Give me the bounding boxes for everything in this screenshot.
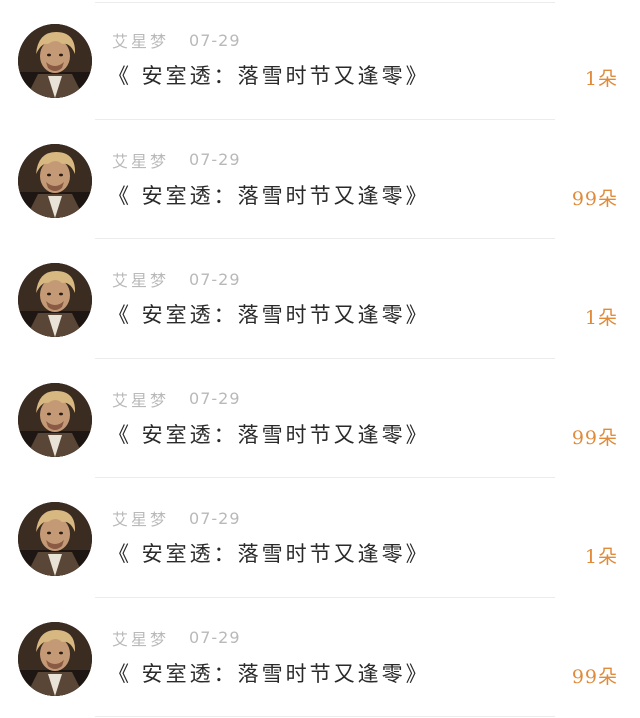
gift-date: 07-29 (189, 30, 241, 50)
avatar-icon[interactable] (18, 382, 92, 457)
user-name[interactable]: 艾星梦 (112, 267, 169, 291)
work-title[interactable]: 《 安室透：落雪时节又逢零》 (108, 180, 430, 210)
list-item[interactable]: 艾星梦 07-29 《 安室透：落雪时节又逢零》 99朵 (0, 598, 640, 717)
flower-count: 1朵 (584, 307, 618, 329)
list-item[interactable]: 艾星梦 07-29 《 安室透：落雪时节又逢零》 99朵 (0, 359, 640, 478)
row-divider (95, 716, 555, 717)
flower-count: 1朵 (584, 68, 618, 90)
user-name[interactable]: 艾星梦 (112, 506, 169, 530)
list-item[interactable]: 艾星梦 07-29 《 安室透：落雪时节又逢零》 1朵 (0, 239, 640, 359)
user-name[interactable]: 艾星梦 (112, 387, 169, 411)
work-title[interactable]: 《 安室透：落雪时节又逢零》 (108, 538, 430, 568)
avatar-icon[interactable] (18, 621, 92, 696)
work-title[interactable]: 《 安室透：落雪时节又逢零》 (108, 299, 430, 329)
work-title[interactable]: 《 安室透：落雪时节又逢零》 (108, 658, 430, 688)
flower-count: 99朵 (571, 665, 618, 688)
user-name[interactable]: 艾星梦 (112, 148, 169, 172)
work-title[interactable]: 《 安室透：落雪时节又逢零》 (108, 60, 430, 90)
gift-date: 07-29 (189, 508, 241, 528)
user-name[interactable]: 艾星梦 (112, 626, 169, 650)
flower-count: 1朵 (584, 546, 618, 568)
gift-date: 07-29 (189, 389, 241, 408)
avatar-icon[interactable] (18, 143, 92, 218)
gift-date: 07-29 (189, 269, 241, 289)
flower-count: 99朵 (571, 187, 618, 210)
avatar-icon[interactable] (18, 263, 92, 337)
avatar-icon[interactable] (18, 24, 92, 98)
list-item[interactable]: 艾星梦 07-29 《 安室透：落雪时节又逢零》 1朵 (0, 478, 640, 598)
list-item[interactable]: 艾星梦 07-29 《 安室透：落雪时节又逢零》 99朵 (0, 120, 640, 239)
list-item[interactable]: 艾星梦 07-29 《 安室透：落雪时节又逢零》 1朵 (0, 0, 640, 120)
gift-list: 艾星梦 07-29 《 安室透：落雪时节又逢零》 1朵 艾星梦 07-29 《 … (0, 0, 640, 718)
gift-date: 07-29 (189, 150, 241, 169)
avatar-icon[interactable] (18, 502, 92, 576)
gift-date: 07-29 (189, 628, 241, 647)
user-name[interactable]: 艾星梦 (112, 28, 169, 52)
work-title[interactable]: 《 安室透：落雪时节又逢零》 (108, 419, 430, 449)
flower-count: 99朵 (571, 426, 618, 449)
